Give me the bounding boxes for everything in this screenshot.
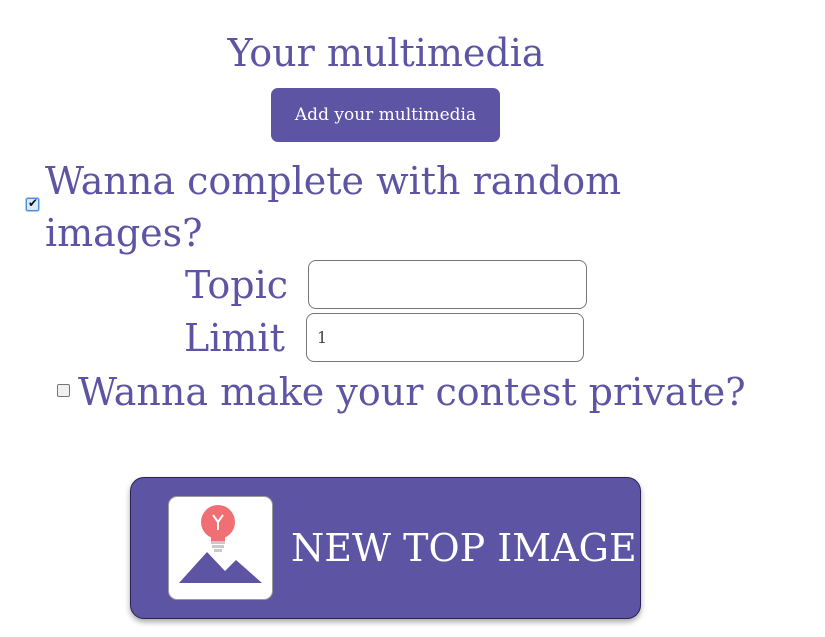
checkmark-icon: ✔ <box>28 196 39 210</box>
add-multimedia-button-label: Add your multimedia <box>294 105 477 125</box>
private-contest-checkbox[interactable] <box>57 384 70 397</box>
limit-label: Limit <box>184 316 285 360</box>
multimedia-title: Your multimedia <box>227 31 545 75</box>
topic-label: Topic <box>185 263 289 307</box>
limit-input[interactable] <box>306 313 584 362</box>
topic-input[interactable] <box>308 260 587 309</box>
private-contest-label: Wanna make your contest private? <box>78 370 746 414</box>
random-images-checkbox[interactable]: ✔ <box>26 196 39 211</box>
new-top-image-button[interactable]: NEW TOP IMAGE <box>130 477 641 619</box>
add-multimedia-button[interactable]: Add your multimedia <box>271 88 500 142</box>
new-top-image-label: NEW TOP IMAGE <box>291 526 637 570</box>
create-contest-page: Your multimedia Add your multimedia ✔ Wa… <box>0 0 825 637</box>
random-images-label: Wanna complete with random images? <box>45 159 622 255</box>
image-with-lightbulb-icon <box>168 496 273 600</box>
